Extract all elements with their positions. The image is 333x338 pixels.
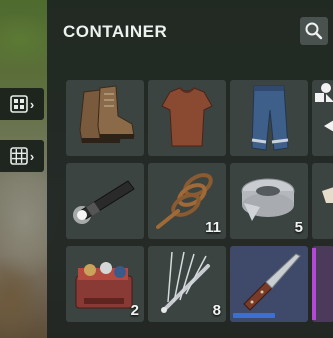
inventory-slot-clipped-item[interactable] (312, 163, 333, 239)
chevron-right-icon: › (29, 148, 35, 164)
inventory-slot-flashlight[interactable] (66, 163, 144, 239)
grid-small-icon (10, 95, 28, 113)
inventory-slot-tshirt[interactable] (148, 80, 226, 156)
inventory-slot-purple-item[interactable] (312, 246, 333, 322)
category-tab-grid-large[interactable]: › (0, 140, 44, 172)
container-panel: CONTAINER 11 5 2 8 (47, 0, 333, 338)
magnifier-icon (305, 22, 323, 40)
clipped-item-icon (322, 187, 333, 203)
item-quantity: 2 (130, 302, 139, 319)
rarity-stripe (312, 248, 316, 320)
inventory-slot-clothing-category[interactable] (312, 80, 333, 156)
category-tab-grid-small[interactable]: › (0, 88, 44, 120)
search-button[interactable] (300, 17, 328, 45)
item-quantity: 5 (294, 219, 303, 236)
knife-icon (243, 253, 301, 311)
inventory-slot-lockpicks[interactable]: 8 (148, 246, 226, 322)
chevron-right-icon: › (29, 96, 35, 112)
inventory-slot-knife[interactable] (230, 246, 308, 322)
item-quantity: 8 (212, 302, 221, 319)
tshirt-icon (161, 87, 213, 147)
grid-large-icon (10, 147, 28, 165)
jeans-icon (251, 85, 289, 151)
inventory-slot-rope[interactable]: 11 (148, 163, 226, 239)
panel-title: CONTAINER (63, 22, 168, 41)
inventory-slot-jeans[interactable] (230, 80, 308, 156)
clothing-shapes-icon (315, 83, 333, 132)
item-quantity: 11 (205, 219, 221, 236)
inventory-slot-sewing-kit[interactable]: 2 (66, 246, 144, 322)
inventory-slot-duct-tape[interactable]: 5 (230, 163, 308, 239)
durability-bar (233, 313, 275, 318)
inventory-slot-boots[interactable] (66, 80, 144, 156)
boots-icon (79, 85, 135, 143)
flashlight-icon (73, 180, 135, 224)
